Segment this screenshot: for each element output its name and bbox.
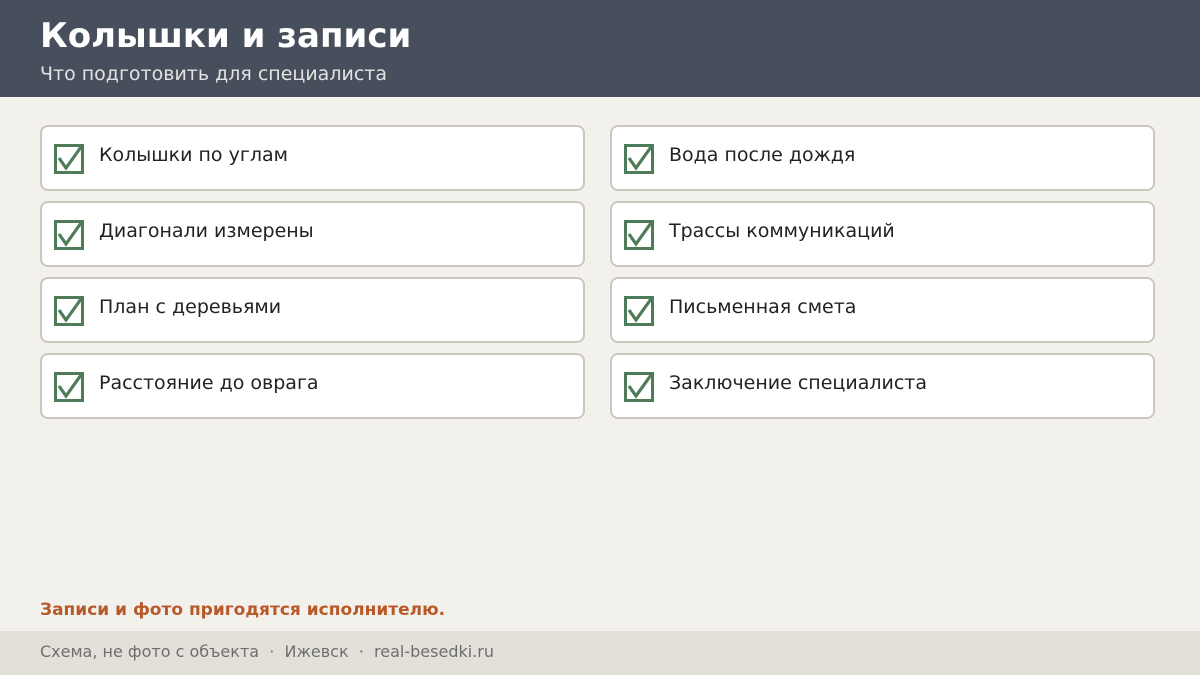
checklist-item-label: Колышки по углам (99, 144, 288, 166)
checkbox-checked-icon[interactable] (54, 372, 84, 402)
checklist-item[interactable]: Письменная смета (610, 277, 1155, 343)
checkbox-checked-icon[interactable] (624, 144, 654, 174)
checkbox-checked-icon[interactable] (54, 296, 84, 326)
note-text: Записи и фото пригодятся исполнителю. (40, 600, 446, 620)
checklist-item[interactable]: Заключение специалиста (610, 353, 1155, 419)
checklist-item-label: Письменная смета (669, 296, 857, 318)
checklist-item[interactable]: Трассы коммуникаций (610, 201, 1155, 267)
checklist-item-label: План с деревьями (99, 296, 282, 318)
checklist-item-label: Заключение специалиста (669, 372, 927, 394)
checklist-item[interactable]: Колышки по углам (40, 125, 585, 191)
page-subtitle: Что подготовить для специалиста (40, 63, 387, 85)
checklist-item-label: Расстояние до оврага (99, 372, 319, 394)
checklist-item[interactable]: Расстояние до оврага (40, 353, 585, 419)
checklist-item[interactable]: Диагонали измерены (40, 201, 585, 267)
checklist-item[interactable]: План с деревьями (40, 277, 585, 343)
footer-text: Схема, не фото с объекта · Ижевск · real… (40, 642, 494, 661)
header-bar: Колышки и записи Что подготовить для спе… (0, 0, 1200, 97)
checklist-item[interactable]: Вода после дождя (610, 125, 1155, 191)
page-title: Колышки и записи (40, 16, 412, 56)
checkbox-checked-icon[interactable] (54, 144, 84, 174)
checklist-item-label: Трассы коммуникаций (669, 220, 895, 242)
checkbox-checked-icon[interactable] (54, 220, 84, 250)
checklist-item-label: Вода после дождя (669, 144, 856, 166)
checkbox-checked-icon[interactable] (624, 296, 654, 326)
footer-bar: Схема, не фото с объекта · Ижевск · real… (0, 631, 1200, 675)
checklist-item-label: Диагонали измерены (99, 220, 314, 242)
checkbox-checked-icon[interactable] (624, 372, 654, 402)
checkbox-checked-icon[interactable] (624, 220, 654, 250)
